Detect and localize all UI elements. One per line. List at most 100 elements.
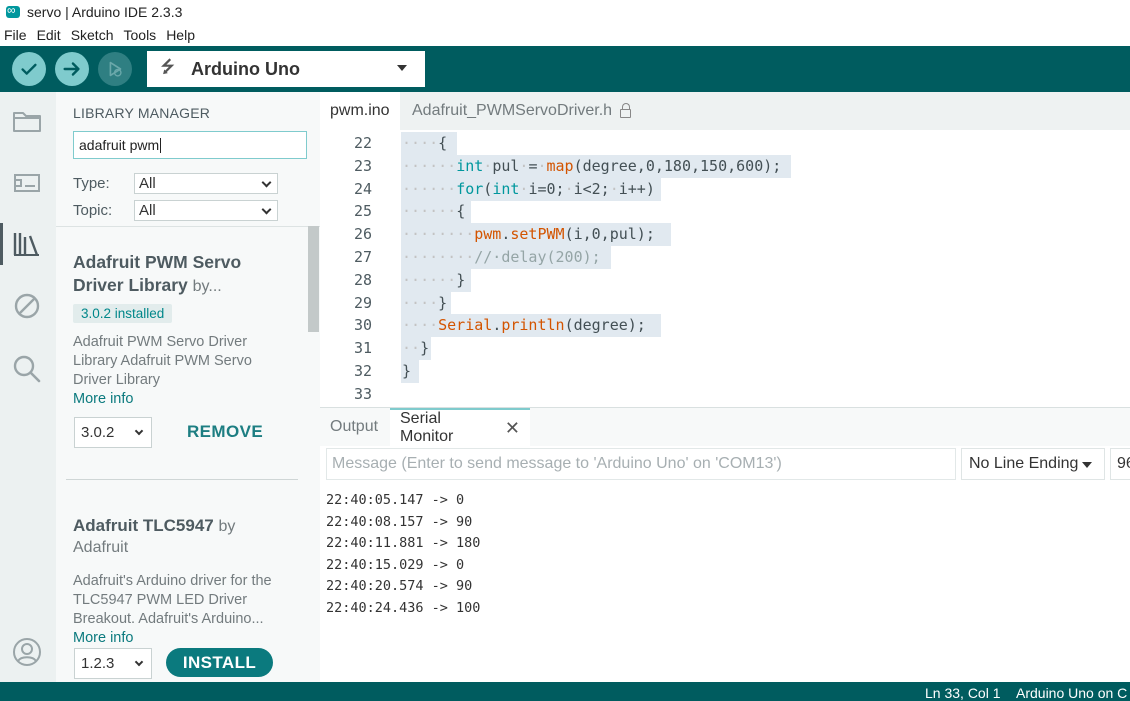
menu-tools[interactable]: Tools (124, 27, 163, 43)
code-line[interactable]: 26 ········pwm.setPWM(i,0,pul); (320, 223, 1130, 247)
type-filter-label: Type: (73, 175, 110, 192)
verify-button[interactable] (12, 52, 46, 86)
line-number: 32 (353, 362, 372, 380)
version-select[interactable]: 1.2.3 (74, 648, 152, 679)
library-name-part: Adafruit TLC5947 (73, 516, 214, 535)
bottom-tabs: Output Serial Monitor ✕ (320, 408, 1130, 446)
code-line[interactable]: 24 ······for(int·i=0;·i<2;·i++) (320, 177, 1130, 201)
code-line[interactable]: 27 ········//·delay(200); (320, 246, 1130, 269)
library-card: Adafruit TLC5947 by Adafruit Adafruit's … (73, 514, 299, 648)
install-button[interactable]: INSTALL (166, 648, 273, 677)
library-description: Adafruit PWM Servo Driver Library Adafru… (73, 333, 299, 390)
bottom-panel: Output Serial Monitor ✕ Message (Enter t… (320, 407, 1130, 682)
remove-button[interactable]: REMOVE (187, 422, 263, 442)
title-bar: servo | Arduino IDE 2.3.3 (0, 0, 1130, 24)
serial-output-line: 22:40:15.029 -> 0 (326, 556, 465, 573)
code-line[interactable]: 30 ····Serial.println(degree); (320, 314, 1130, 338)
board-status[interactable]: Arduino Uno on C (1016, 685, 1127, 701)
tab-output[interactable]: Output (320, 408, 388, 446)
library-name-part: Driver Library (73, 275, 188, 295)
code-text: ······for(int·i=0;·i<2;·i++) (402, 179, 655, 198)
tab-adafruit-header[interactable]: Adafruit_PWMServoDriver.h (402, 92, 641, 130)
profile-button[interactable] (10, 635, 44, 669)
serial-message-input[interactable]: Message (Enter to send message to 'Ardui… (326, 448, 956, 480)
type-filter-select[interactable]: All (134, 173, 278, 194)
debug-icon (109, 61, 122, 77)
toolbar: ⭍ Arduino Uno (0, 46, 1130, 92)
check-icon (21, 63, 37, 75)
debugger-button[interactable] (10, 289, 44, 323)
debug-button[interactable] (98, 52, 132, 86)
library-name: Adafruit TLC5947 by (73, 514, 299, 538)
code-line[interactable]: 31 ··} (320, 337, 1130, 361)
code-line[interactable]: 29 ····} (320, 291, 1130, 315)
code-line[interactable]: 33 (320, 383, 1130, 406)
code-line[interactable]: 32} (320, 360, 1130, 383)
version-value: 3.0.2 (81, 424, 115, 441)
board-selector[interactable]: ⭍ Arduino Uno (147, 51, 425, 87)
baud-value: 96 (1117, 455, 1130, 472)
panel-title: LIBRARY MANAGER (73, 105, 211, 121)
description-line: Library Adafruit PWM Servo (73, 353, 252, 369)
library-author: Adafruit (73, 539, 129, 556)
serial-output-line: 22:40:11.881 -> 180 (326, 535, 481, 552)
topic-filter-select[interactable]: All (134, 200, 278, 221)
tab-label: Output (330, 418, 379, 435)
editor-tabs: pwm.ino Adafruit_PWMServoDriver.h (320, 92, 1130, 130)
close-icon[interactable]: ✕ (505, 418, 520, 439)
usb-icon: ⭍ (161, 58, 175, 76)
status-bar: Ln 33, Col 1 Arduino Uno on C (0, 682, 1130, 701)
library-author: by... (192, 278, 222, 295)
library-manager-panel: LIBRARY MANAGER adafruit pwm Type: All T… (56, 92, 320, 682)
board-icon (14, 174, 40, 192)
library-list-scrollbar[interactable] (308, 226, 319, 332)
menu-edit[interactable]: Edit (37, 27, 67, 43)
serial-output-line: 22:40:05.147 -> 0 (326, 492, 465, 508)
line-number: 28 (353, 270, 372, 289)
menu-help[interactable]: Help (166, 27, 201, 43)
description-line: Breakout. Adafruit's Arduino... (73, 611, 264, 627)
library-name-line: Driver Library by... (73, 274, 299, 298)
code-line[interactable]: 23 ······int·pul·=·map(degree,0,180,150,6… (320, 154, 1130, 178)
arduino-logo-icon (6, 3, 20, 18)
code-text: } (402, 362, 412, 380)
lock-icon (620, 102, 632, 118)
more-info-link[interactable]: More info (73, 629, 299, 648)
folder-icon (13, 112, 41, 132)
version-select[interactable]: 3.0.2 (74, 417, 152, 448)
tab-pwm-ino[interactable]: pwm.ino (320, 92, 400, 130)
library-manager-button[interactable] (0, 223, 44, 265)
search-icon (13, 355, 41, 383)
line-ending-value: No Line Ending (969, 455, 1079, 472)
boards-manager-button[interactable] (10, 165, 44, 199)
code-line[interactable]: 28 ······} (320, 268, 1130, 292)
code-text: ····{ (402, 134, 448, 152)
line-number: 25 (353, 202, 372, 221)
more-info-link[interactable]: More info (73, 390, 299, 409)
menu-file[interactable]: File (4, 27, 33, 43)
message-placeholder: Message (Enter to send message to 'Ardui… (332, 455, 782, 472)
installed-badge: 3.0.2 installed (73, 304, 173, 323)
menu-sketch[interactable]: Sketch (71, 27, 120, 43)
chevron-down-icon (134, 657, 144, 667)
code-line[interactable]: 25 ······{ (320, 200, 1130, 224)
code-line[interactable]: 22 ····{ (320, 132, 1130, 155)
serial-output-line: 22:40:24.436 -> 100 (326, 599, 481, 616)
tab-serial-monitor[interactable]: Serial Monitor ✕ (390, 408, 530, 446)
serial-output: 22:40:05.147 -> 0 22:40:08.157 -> 90 22:40… (326, 490, 1106, 620)
library-search-input[interactable]: adafruit pwm (73, 131, 307, 159)
library-card: Adafruit PWM Servo Driver Library by... … (73, 251, 299, 409)
line-number: 29 (353, 293, 372, 312)
upload-button[interactable] (55, 52, 89, 86)
code-editor[interactable]: 22 ····{23 ······int·pul·=·map(degree,0,18… (320, 130, 1130, 407)
line-ending-select[interactable]: No Line Ending (961, 448, 1105, 480)
code-text: ······{ (402, 202, 466, 221)
search-button[interactable] (10, 352, 44, 386)
cursor-position[interactable]: Ln 33, Col 1 (925, 685, 1001, 701)
line-number: 31 (353, 339, 372, 358)
baud-rate-select[interactable]: 96 (1110, 448, 1130, 480)
description-line: Driver Library (73, 372, 161, 388)
code-text: ······} (402, 270, 466, 289)
sketchbook-button[interactable] (10, 104, 44, 138)
chevron-down-icon (134, 426, 144, 436)
